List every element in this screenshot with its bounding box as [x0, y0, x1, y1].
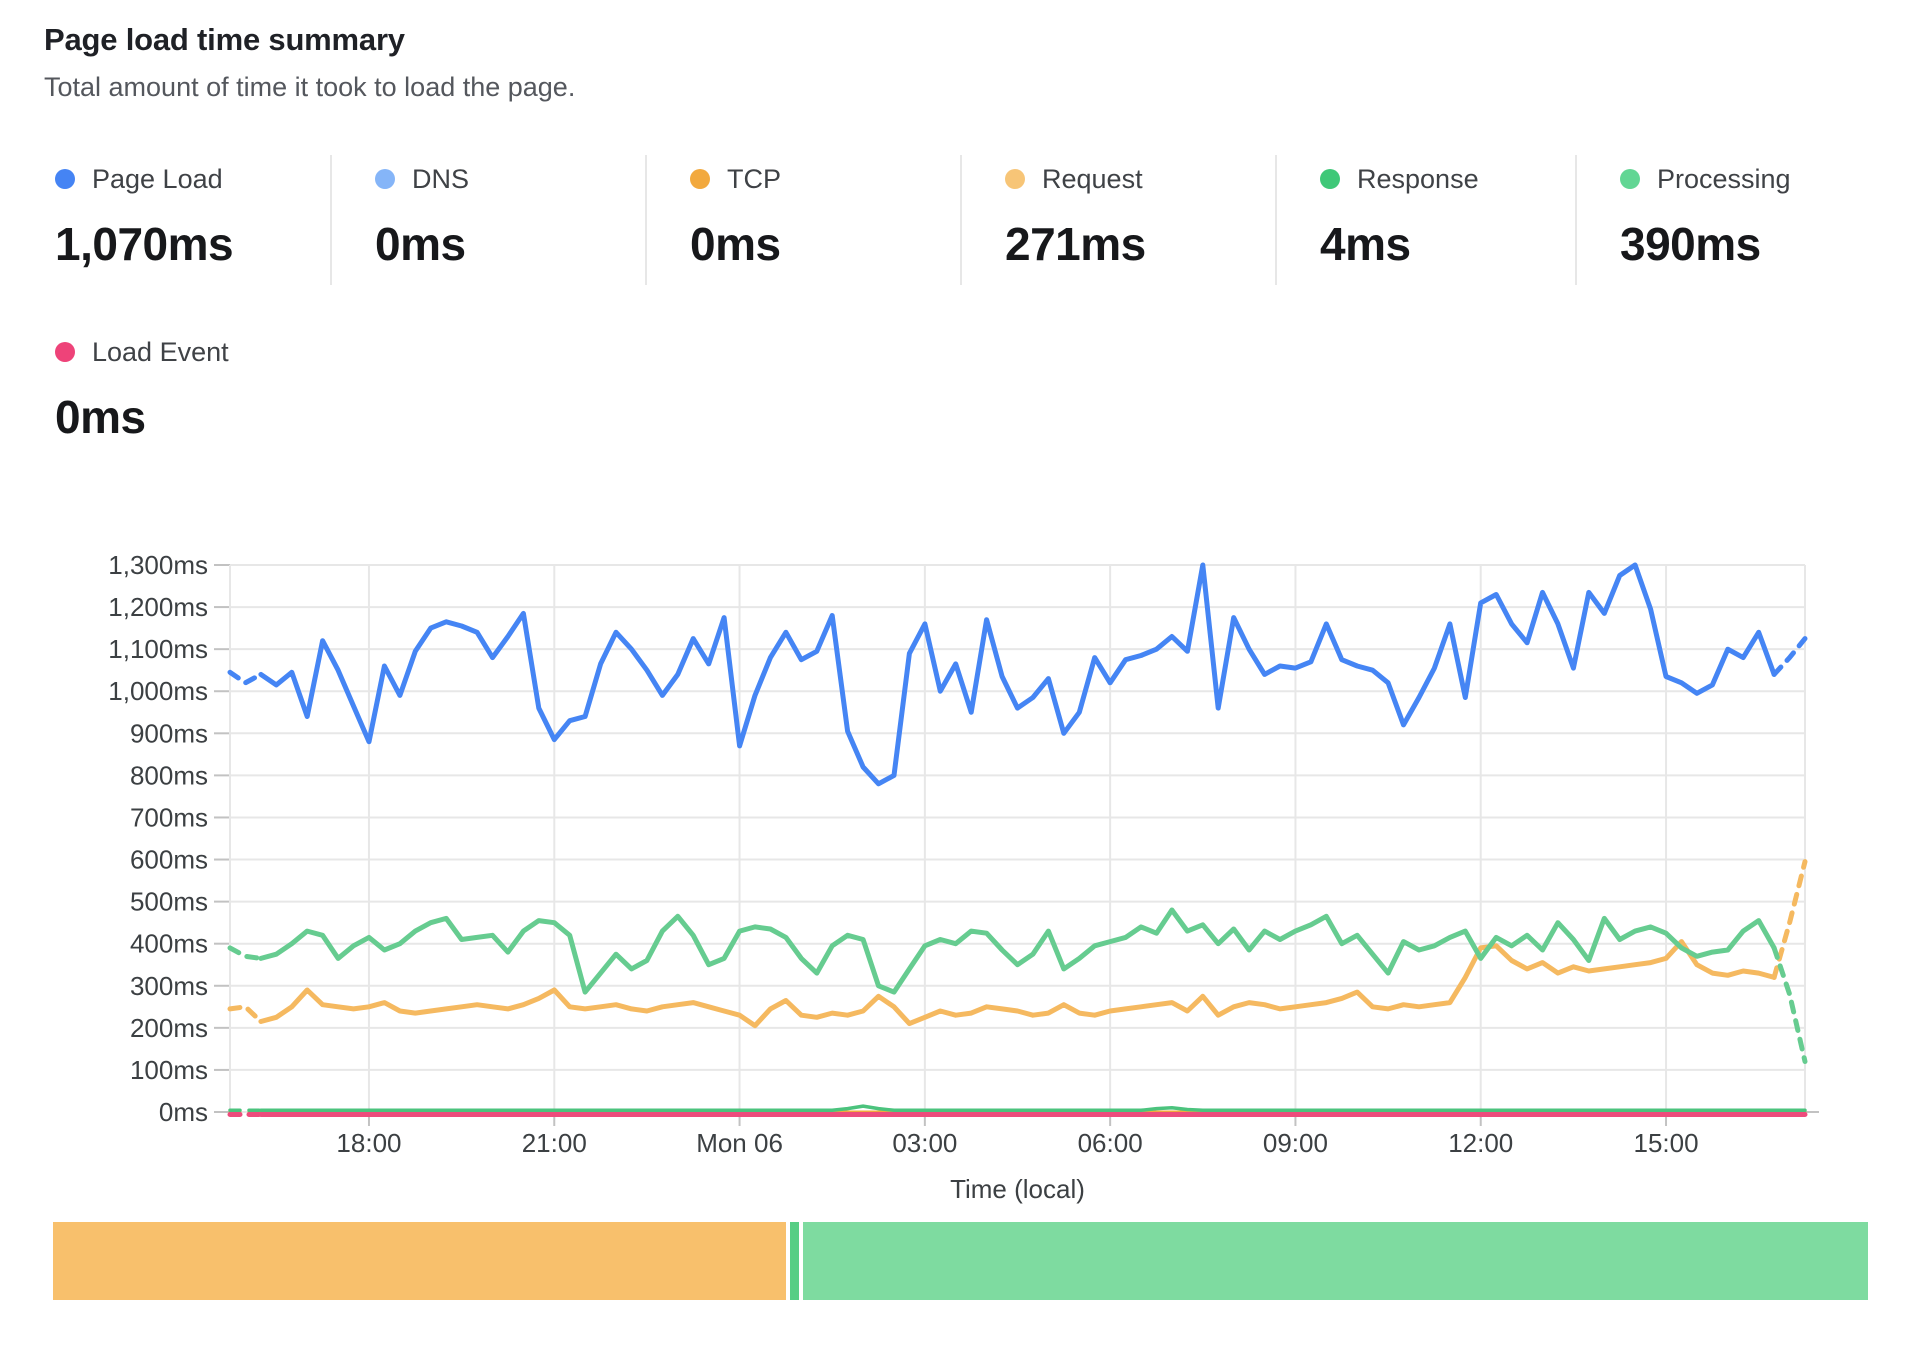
timing-breakdown-bar — [53, 1222, 1868, 1300]
metric-value: 4ms — [1320, 217, 1575, 271]
metric-label: DNS — [412, 164, 469, 195]
request-line — [1774, 862, 1805, 978]
metric-response[interactable]: Response 4ms — [1275, 155, 1575, 285]
x-axis-label: 12:00 — [1448, 1128, 1513, 1158]
y-axis-label: 600ms — [130, 845, 208, 875]
y-axis-label: 1,100ms — [108, 634, 208, 664]
metric-value: 1,070ms — [55, 217, 330, 271]
processing-line — [261, 910, 1774, 992]
metric-request[interactable]: Request 271ms — [960, 155, 1275, 285]
page_load-dot-icon — [55, 169, 75, 189]
y-axis-label: 1,000ms — [108, 676, 208, 706]
metric-value: 271ms — [1005, 217, 1275, 271]
metrics-legend-row-2: Load Event 0ms — [44, 328, 229, 458]
x-axis-label: 03:00 — [892, 1128, 957, 1158]
metric-label: Response — [1357, 164, 1479, 195]
y-axis-label: 700ms — [130, 802, 208, 832]
metric-label: Load Event — [92, 337, 229, 368]
page_load-line — [230, 672, 261, 683]
status-bar-segment-2 — [790, 1222, 799, 1300]
x-axis-label: 06:00 — [1078, 1128, 1143, 1158]
metric-dns[interactable]: DNS 0ms — [330, 155, 645, 285]
page-title: Page load time summary — [44, 22, 405, 58]
metric-value: 390ms — [1620, 217, 1905, 271]
request-line — [230, 1007, 261, 1022]
y-axis-label: 900ms — [130, 718, 208, 748]
page-load-time-chart: 0ms 100ms 200ms 300ms 400ms 500ms 600ms 700ms 80… — [0, 520, 1910, 1220]
x-axis-title: Time (local) — [950, 1174, 1085, 1204]
y-axis-label: 800ms — [130, 760, 208, 790]
tcp-dot-icon — [690, 169, 710, 189]
y-axis-label: 0ms — [159, 1097, 208, 1127]
load_event-dot-icon — [55, 342, 75, 362]
metrics-legend-row-1: Page Load 1,070ms DNS 0ms TCP 0ms Request 271ms… — [44, 155, 1905, 285]
y-axis-label: 1,200ms — [108, 592, 208, 622]
y-axis-label: 1,300ms — [108, 550, 208, 580]
y-axis-label: 400ms — [130, 929, 208, 959]
y-axis-label: 200ms — [130, 1013, 208, 1043]
request-dot-icon — [1005, 169, 1025, 189]
metric-tcp[interactable]: TCP 0ms — [645, 155, 960, 285]
y-axis-label: 500ms — [130, 887, 208, 917]
dns-dot-icon — [375, 169, 395, 189]
status-bar-segment-1 — [53, 1222, 786, 1300]
metric-label: Page Load — [92, 164, 223, 195]
status-bar-segment-3 — [803, 1222, 1868, 1300]
x-axis-label: Mon 06 — [696, 1128, 783, 1158]
metric-label: TCP — [727, 164, 781, 195]
processing-line — [1774, 948, 1805, 1062]
metric-load_event[interactable]: Load Event 0ms — [44, 328, 229, 458]
x-axis-label: 09:00 — [1263, 1128, 1328, 1158]
metric-processing[interactable]: Processing 390ms — [1575, 155, 1905, 285]
metric-page_load[interactable]: Page Load 1,070ms — [44, 155, 330, 285]
x-axis-label: 18:00 — [336, 1128, 401, 1158]
processing-dot-icon — [1620, 169, 1640, 189]
page-subtitle: Total amount of time it took to load the… — [44, 72, 575, 103]
metric-value: 0ms — [55, 390, 229, 444]
response-line — [261, 1106, 1805, 1110]
x-axis-label: 15:00 — [1633, 1128, 1698, 1158]
request-line — [261, 942, 1774, 1026]
metric-label: Request — [1042, 164, 1143, 195]
page_load-line — [1774, 639, 1805, 675]
page_load-line — [261, 565, 1774, 784]
y-axis-label: 100ms — [130, 1055, 208, 1085]
metric-value: 0ms — [690, 217, 960, 271]
processing-line — [230, 948, 261, 959]
y-axis-label: 300ms — [130, 971, 208, 1001]
page-load-summary-panel: Page load time summary Total amount of t… — [0, 0, 1910, 1352]
metric-value: 0ms — [375, 217, 645, 271]
response-dot-icon — [1320, 169, 1340, 189]
x-axis-label: 21:00 — [522, 1128, 587, 1158]
metric-label: Processing — [1657, 164, 1791, 195]
